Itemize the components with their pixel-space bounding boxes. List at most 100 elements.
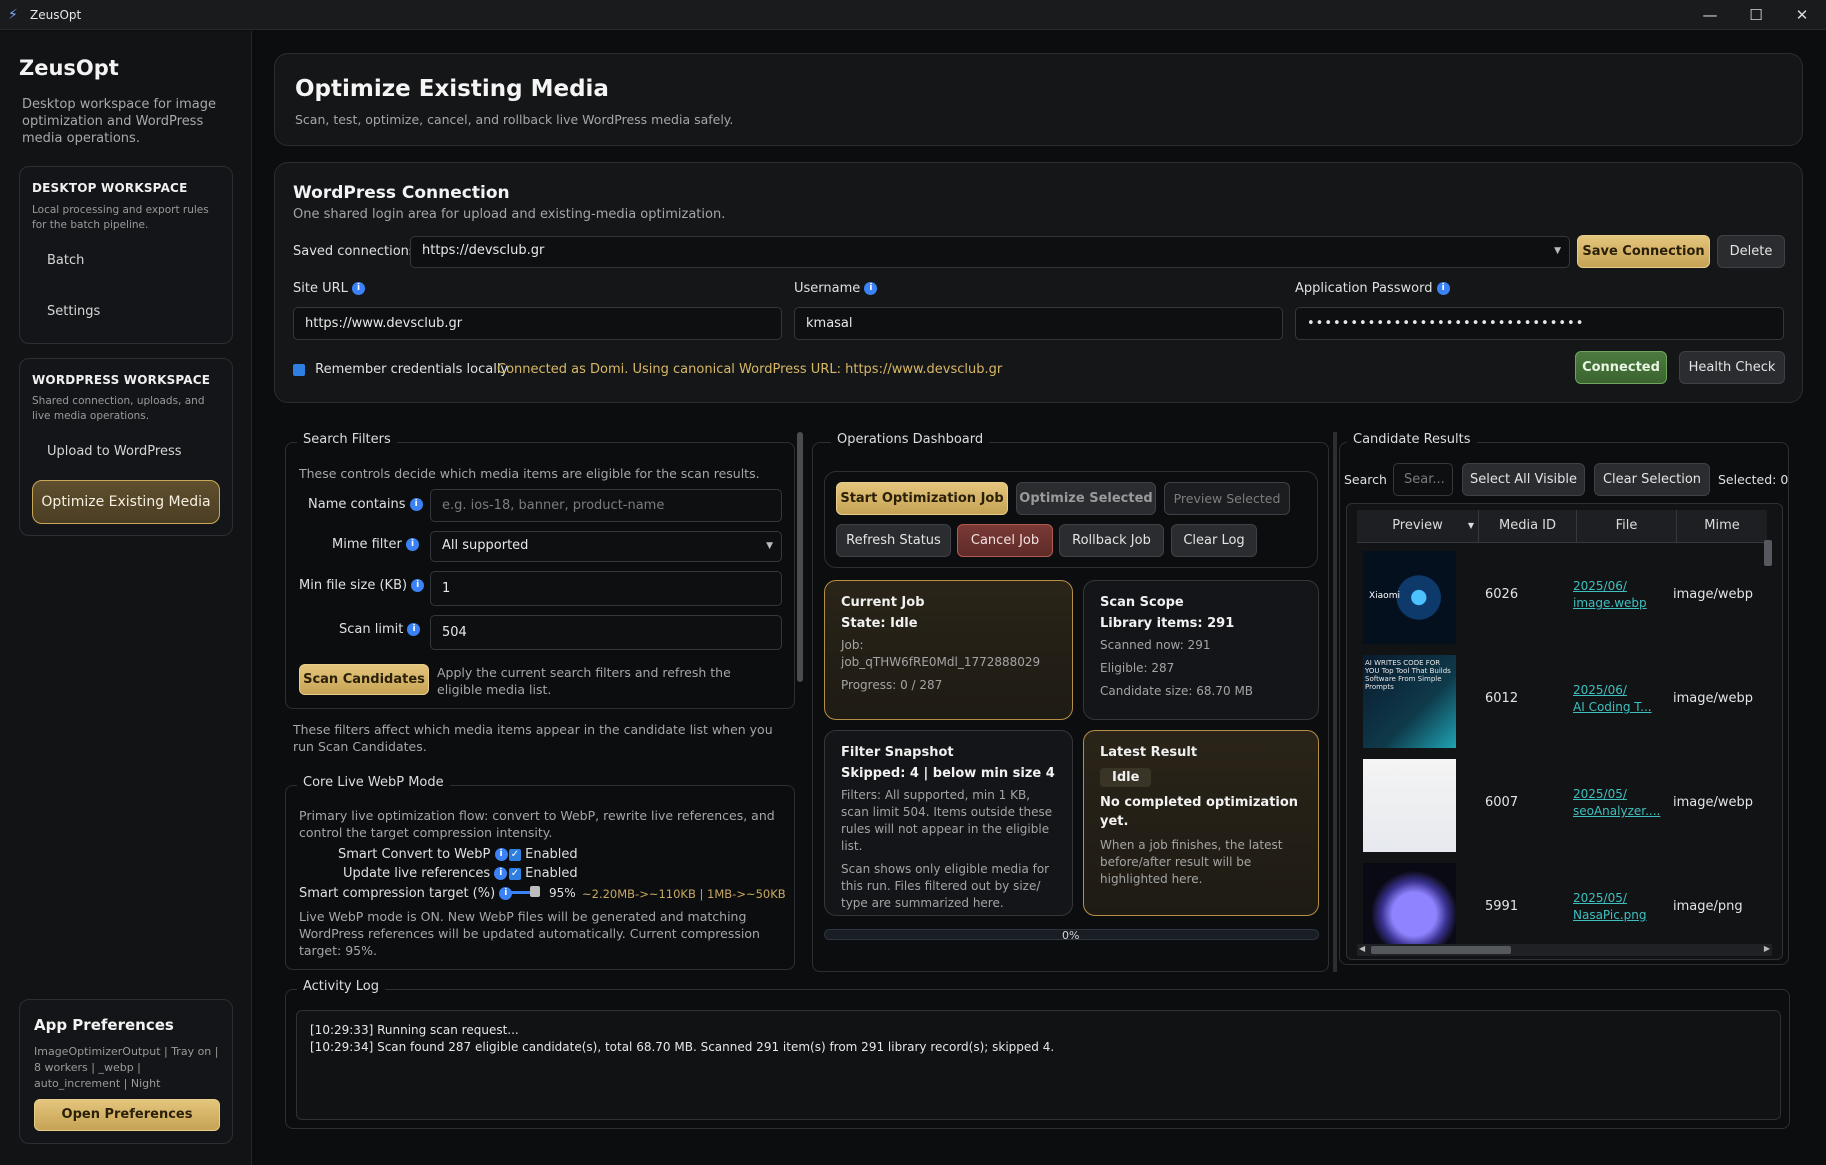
- password-input[interactable]: ••••••••••••••••••••••••••••••••: [1295, 307, 1784, 340]
- delete-connection-button[interactable]: Delete: [1717, 235, 1785, 268]
- connection-panel: WordPress Connection One shared login ar…: [274, 162, 1803, 403]
- mime-filter-value: All supported: [442, 538, 529, 553]
- app-preferences-card: App Preferences ImageOptimizerOutput | T…: [19, 999, 233, 1144]
- site-url-input[interactable]: https://www.devsclub.gr: [293, 307, 782, 340]
- mime-cell: image/webp: [1673, 691, 1754, 706]
- log-line: [10:29:33] Running scan request...: [310, 1023, 519, 1037]
- close-button[interactable]: ✕: [1779, 0, 1825, 30]
- clear-selection-button[interactable]: Clear Selection: [1594, 463, 1710, 496]
- page-subtitle: Scan, test, optimize, cancel, and rollba…: [295, 112, 734, 127]
- smart-convert-checkbox[interactable]: ✓ Enabled: [509, 847, 578, 862]
- activity-log-box[interactable]: [10:29:33] Running scan request... [10:2…: [296, 1010, 1781, 1120]
- nav-item-upload[interactable]: Upload to WordPress: [47, 444, 182, 459]
- name-contains-input[interactable]: e.g. ios-18, banner, product-name: [430, 489, 782, 522]
- file-link[interactable]: 2025/06/image.webp: [1573, 578, 1647, 612]
- scan-limit-label-text: Scan limit: [339, 622, 404, 637]
- table-row[interactable]: Xiaomi 6026 2025/06/image.webp image/web…: [1357, 547, 1767, 651]
- checkbox-icon: [293, 363, 305, 376]
- info-icon[interactable]: i: [406, 538, 420, 551]
- info-icon[interactable]: i: [1436, 282, 1450, 295]
- password-label-text: Application Password: [1295, 281, 1433, 296]
- name-contains-label-text: Name contains: [308, 497, 406, 512]
- nav-item-settings[interactable]: Settings: [47, 304, 100, 319]
- candidate-search-label: Search: [1344, 472, 1387, 487]
- latest-result-headline: No completed optimization yet.: [1100, 795, 1299, 829]
- column-header-file[interactable]: File: [1577, 510, 1677, 542]
- horizontal-scroll-thumb[interactable]: [1371, 946, 1511, 954]
- nav-item-optimize-existing[interactable]: Optimize Existing Media: [32, 480, 220, 524]
- column-header-preview[interactable]: Preview ▼: [1357, 510, 1479, 542]
- health-check-button[interactable]: Health Check: [1679, 351, 1785, 384]
- username-label: Username i: [794, 281, 878, 296]
- save-connection-button[interactable]: Save Connection: [1577, 235, 1710, 268]
- select-all-visible-button[interactable]: Select All Visible: [1462, 463, 1585, 496]
- cancel-job-button[interactable]: Cancel Job: [957, 524, 1053, 557]
- latest-result-badge: Idle: [1100, 768, 1152, 787]
- thumbnail-caption: Xiaomi: [1369, 591, 1400, 601]
- mime-cell: image/webp: [1673, 587, 1754, 602]
- table-row[interactable]: 6007 2025/05/seoAnalyzer.... image/webp: [1357, 755, 1767, 859]
- scan-candidates-button[interactable]: Scan Candidates: [299, 664, 429, 695]
- file-link-folder: 2025/06/: [1573, 683, 1627, 697]
- rollback-job-button[interactable]: Rollback Job: [1059, 524, 1164, 557]
- scan-scope-size: Candidate size: 68.70 MB: [1100, 684, 1254, 698]
- compression-label-text: Smart compression target (%): [299, 886, 496, 901]
- brand-title: ZeusOpt: [19, 56, 119, 80]
- remember-credentials-checkbox[interactable]: Remember credentials locally: [293, 362, 508, 377]
- nav-item-batch[interactable]: Batch: [47, 253, 84, 268]
- table-vertical-scrollbar[interactable]: [1764, 540, 1772, 566]
- scroll-left-icon[interactable]: ◀: [1359, 944, 1365, 953]
- wordpress-workspace-desc: Shared connection, uploads, and live med…: [32, 395, 205, 422]
- info-icon[interactable]: i: [411, 579, 425, 592]
- connection-status-text: Connected as Domi. Using canonical WordP…: [497, 362, 1003, 377]
- scroll-right-icon[interactable]: ▶: [1764, 944, 1770, 953]
- file-link[interactable]: 2025/05/seoAnalyzer....: [1573, 786, 1660, 820]
- filter-snapshot-text1: Filters: All supported, min 1 KB, scan l…: [841, 788, 1053, 853]
- compression-label: Smart compression target (%) i: [299, 886, 513, 901]
- file-link[interactable]: 2025/05/NasaPic.png: [1573, 890, 1647, 924]
- media-id: 6026: [1485, 587, 1519, 602]
- thumbnail-caption: AI WRITES CODE FOR YOU Top Tool That Bui…: [1365, 659, 1451, 691]
- wordpress-workspace-title: WORDPRESS WORKSPACE: [32, 373, 211, 387]
- username-input[interactable]: kmasal: [794, 307, 1283, 340]
- info-icon[interactable]: i: [494, 867, 508, 880]
- page-title: Optimize Existing Media: [295, 76, 609, 102]
- saved-connections-select[interactable]: https://devsclub.gr ▼: [410, 236, 1570, 268]
- info-icon[interactable]: i: [407, 623, 421, 636]
- filters-note: These filters affect which media items a…: [293, 722, 773, 754]
- table-horizontal-scrollbar[interactable]: ◀ ▶: [1357, 944, 1772, 956]
- filters-scrollbar[interactable]: [797, 432, 803, 682]
- info-icon[interactable]: i: [352, 282, 366, 295]
- scan-limit-input[interactable]: 504: [430, 615, 782, 650]
- column-header-mime[interactable]: Mime: [1677, 510, 1767, 542]
- column-splitter[interactable]: [1333, 432, 1337, 972]
- selected-count: Selected: 0: [1718, 472, 1789, 487]
- table-row[interactable]: AI WRITES CODE FOR YOU Top Tool That Bui…: [1357, 651, 1767, 755]
- scan-scope-card: Scan Scope Library items: 291 Scanned no…: [1083, 580, 1319, 720]
- preview-selected-button[interactable]: Preview Selected: [1164, 482, 1290, 515]
- minimize-button[interactable]: —: [1687, 0, 1733, 30]
- refresh-status-button[interactable]: Refresh Status: [836, 524, 951, 557]
- sort-down-icon: ▼: [1467, 521, 1474, 530]
- maximize-button[interactable]: ☐: [1733, 0, 1779, 30]
- update-refs-checkbox[interactable]: ✓ Enabled: [509, 866, 578, 881]
- site-url-label: Site URL i: [293, 281, 366, 296]
- compression-slider-handle[interactable]: [530, 886, 540, 897]
- clear-log-button[interactable]: Clear Log: [1171, 524, 1257, 557]
- smart-convert-label-text: Smart Convert to WebP: [338, 847, 491, 862]
- open-preferences-button[interactable]: Open Preferences: [34, 1099, 220, 1131]
- info-icon[interactable]: i: [864, 282, 878, 295]
- min-size-input[interactable]: 1: [430, 571, 782, 606]
- info-icon[interactable]: i: [494, 848, 508, 861]
- connected-button[interactable]: Connected: [1575, 351, 1667, 384]
- mime-filter-select[interactable]: All supported ▼: [430, 531, 782, 562]
- candidate-search-input[interactable]: Sear...: [1393, 463, 1453, 496]
- file-link[interactable]: 2025/06/AI Coding T...: [1573, 682, 1652, 716]
- optimize-selected-button[interactable]: Optimize Selected: [1016, 482, 1156, 515]
- info-icon[interactable]: i: [409, 498, 423, 511]
- filter-snapshot-title: Filter Snapshot: [841, 745, 954, 760]
- thumbnail-image: [1363, 759, 1456, 852]
- brand-subtitle: Desktop workspace for image optimization…: [22, 97, 216, 146]
- start-job-button[interactable]: Start Optimization Job: [836, 482, 1008, 515]
- column-header-media-id[interactable]: Media ID: [1479, 510, 1577, 542]
